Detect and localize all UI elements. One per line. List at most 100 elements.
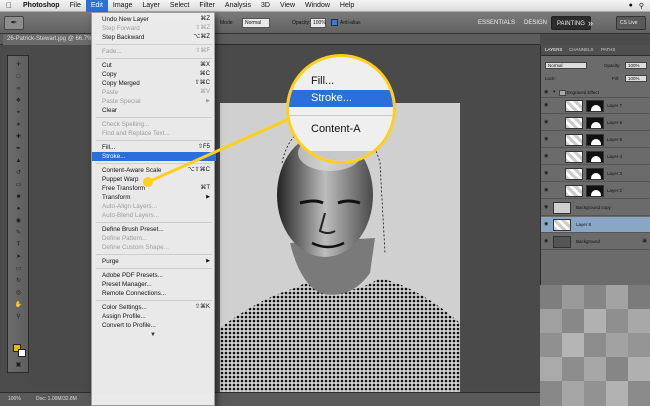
visibility-eye-icon[interactable]: ◉ (544, 222, 550, 227)
menu-item-define-pattern[interactable]: Define Pattern... (92, 234, 216, 243)
menu-item-cut[interactable]: Cut ⌘X (92, 61, 216, 70)
menu-item-find-and-replace-text[interactable]: Find and Replace Text... (92, 129, 216, 138)
zoom-level[interactable]: 100% (8, 393, 21, 406)
menu-item-define-brush-preset[interactable]: Define Brush Preset... (92, 225, 216, 234)
healing-tool-icon[interactable]: ✚ (12, 134, 25, 141)
brush-tool-preset-icon[interactable]: ✒ (4, 16, 24, 30)
menu-item-fade[interactable]: Fade... ⇧⌘F (92, 47, 216, 56)
layer-row[interactable]: ◉ Layer 6 (541, 115, 650, 131)
menu-item-copy[interactable]: Copy ⌘C (92, 70, 216, 79)
menu-window[interactable]: Window (300, 0, 335, 12)
layer-group-engraved-effect[interactable]: ◉ ▾ Engraved Effect (541, 88, 650, 98)
menu-image[interactable]: Image (108, 0, 137, 12)
workspace-menu-icon[interactable]: » (588, 16, 593, 30)
menu-item-step-forward[interactable]: Step Forward ⇧⌘Z (92, 24, 216, 33)
background-color-swatch[interactable] (18, 349, 26, 357)
visibility-eye-icon[interactable]: ◉ (544, 188, 550, 193)
hand-tool-icon[interactable]: ✋ (12, 302, 25, 309)
menu-item-auto-align-layers[interactable]: Auto-Align Layers... (92, 202, 216, 211)
menu-item-remote-connections[interactable]: Remote Connections... (92, 289, 216, 298)
menu-item-undo-new-layer[interactable]: Undo New Layer ⌘Z (92, 15, 216, 24)
search-icon[interactable]: ⚲ (639, 2, 644, 10)
clone-stamp-tool-icon[interactable]: ▲ (12, 158, 25, 165)
layer-row[interactable]: ◉ Layer 3 (541, 166, 650, 182)
visibility-eye-icon[interactable]: ◉ (544, 103, 550, 108)
quick-mask-icon[interactable]: ▣ (12, 362, 25, 369)
menu-item-fill[interactable]: Fill... ⇧F5 (92, 143, 216, 152)
layer-row[interactable]: ◉ Layer 5 (541, 132, 650, 148)
shape-tool-icon[interactable]: ▭ (12, 266, 25, 273)
workspace-painting[interactable]: PAINTING (551, 16, 591, 30)
workspace-design[interactable]: DESIGN (519, 16, 552, 30)
layer-opacity-field[interactable]: 100% (625, 62, 647, 69)
cs-live-button[interactable]: CS Live (616, 16, 646, 30)
blend-mode-select[interactable]: Normal (545, 62, 587, 69)
layer-row[interactable]: ◉ Background copy (541, 200, 650, 216)
apple-icon[interactable]:  (0, 1, 18, 10)
menu-photoshop[interactable]: Photoshop (18, 0, 65, 12)
menu-edit[interactable]: Edit (85, 0, 108, 12)
visibility-eye-icon[interactable]: ◉ (544, 205, 550, 210)
menu-item-free-transform[interactable]: Free Transform ⌘T (92, 184, 216, 193)
3d-orbit-tool-icon[interactable]: ◎ (12, 290, 25, 297)
menu-file[interactable]: File (65, 0, 86, 12)
zoom-tool-icon[interactable]: ⚲ (12, 314, 25, 321)
menu-select[interactable]: Select (165, 0, 194, 12)
tab-layers[interactable]: LAYERS (545, 47, 562, 52)
visibility-eye-icon[interactable]: ◉ (544, 90, 550, 95)
menu-help[interactable]: Help (335, 0, 359, 12)
crop-tool-icon[interactable]: ⌖ (12, 110, 25, 117)
menu-item-paste[interactable]: Paste ⌘V (92, 88, 216, 97)
antialias-checkbox[interactable] (331, 19, 338, 26)
brush-tool-icon[interactable]: ✒ (12, 146, 25, 153)
blur-tool-icon[interactable]: ● (12, 206, 25, 213)
pen-tool-icon[interactable]: ✎ (12, 230, 25, 237)
menu-item-copy-merged[interactable]: Copy Merged ⇧⌘C (92, 79, 216, 88)
quick-select-tool-icon[interactable]: ❖ (12, 98, 25, 105)
menu-item-check-spelling[interactable]: Check Spelling... (92, 120, 216, 129)
visibility-eye-icon[interactable]: ◉ (544, 154, 550, 159)
lasso-tool-icon[interactable]: ∞ (12, 86, 25, 93)
menu-item-content-aware-scale[interactable]: Content-Aware Scale ⌥⇧⌘C (92, 166, 216, 175)
menu-item-clear[interactable]: Clear (92, 106, 216, 115)
menu-scroll-down-icon[interactable]: ▼ (150, 332, 156, 338)
menu-view[interactable]: View (275, 0, 300, 12)
eyedropper-tool-icon[interactable]: ∗ (12, 122, 25, 129)
dodge-tool-icon[interactable]: ◉ (12, 218, 25, 225)
type-tool-icon[interactable]: T (12, 242, 25, 249)
layer-row[interactable]: ◉ Background ▣ (541, 234, 650, 250)
document-tab[interactable]: 26-Patrick-Stewart.jpg @ 66.7% (3, 34, 97, 45)
menu-item-stroke[interactable]: Stroke... (92, 152, 216, 161)
wifi-icon[interactable]: ● (629, 2, 633, 9)
opacity-field[interactable]: 100% (310, 18, 326, 28)
layer-row-selected[interactable]: ◉ Layer 8 (541, 217, 650, 233)
menu-item-paste-special[interactable]: Paste Special ▶ (92, 97, 216, 106)
menu-item-define-custom-shape[interactable]: Define Custom Shape... (92, 243, 216, 252)
tab-paths[interactable]: PATHS (601, 47, 615, 52)
marquee-tool-icon[interactable]: □ (12, 74, 25, 81)
group-disclosure-icon[interactable]: ▾ (553, 89, 556, 95)
history-brush-tool-icon[interactable]: ↺ (12, 170, 25, 177)
visibility-eye-icon[interactable]: ◉ (544, 239, 550, 244)
mode-select[interactable]: Normal (242, 18, 270, 28)
menu-item-preset-manager[interactable]: Preset Manager... (92, 280, 216, 289)
visibility-eye-icon[interactable]: ◉ (544, 137, 550, 142)
layer-row[interactable]: ◉ Layer 4 (541, 149, 650, 165)
menu-item-purge[interactable]: Purge ▶ (92, 257, 216, 266)
menu-item-color-settings[interactable]: Color Settings... ⇧⌘K (92, 303, 216, 312)
menu-item-puppet-warp[interactable]: Puppet Warp (92, 175, 216, 184)
path-select-tool-icon[interactable]: ➤ (12, 254, 25, 261)
menu-item-assign-profile[interactable]: Assign Profile... (92, 312, 216, 321)
menu-item-transform[interactable]: Transform ▶ (92, 193, 216, 202)
menu-item-adobe-pdf-presets[interactable]: Adobe PDF Presets... (92, 271, 216, 280)
menu-analysis[interactable]: Analysis (220, 0, 256, 12)
layer-row[interactable]: ◉ Layer 2 (541, 183, 650, 199)
menu-item-convert-to-profile[interactable]: Convert to Profile... (92, 321, 216, 330)
tab-channels[interactable]: CHANNELS (569, 47, 594, 52)
menu-3d[interactable]: 3D (256, 0, 275, 12)
fill-field[interactable]: 100% (625, 75, 647, 82)
workspace-essentials[interactable]: ESSENTIALS (473, 16, 520, 30)
move-tool-icon[interactable]: ✛ (12, 62, 25, 69)
layer-row[interactable]: ◉ Layer 7 (541, 98, 650, 114)
menu-item-step-backward[interactable]: Step Backward ⌥⌘Z (92, 33, 216, 42)
